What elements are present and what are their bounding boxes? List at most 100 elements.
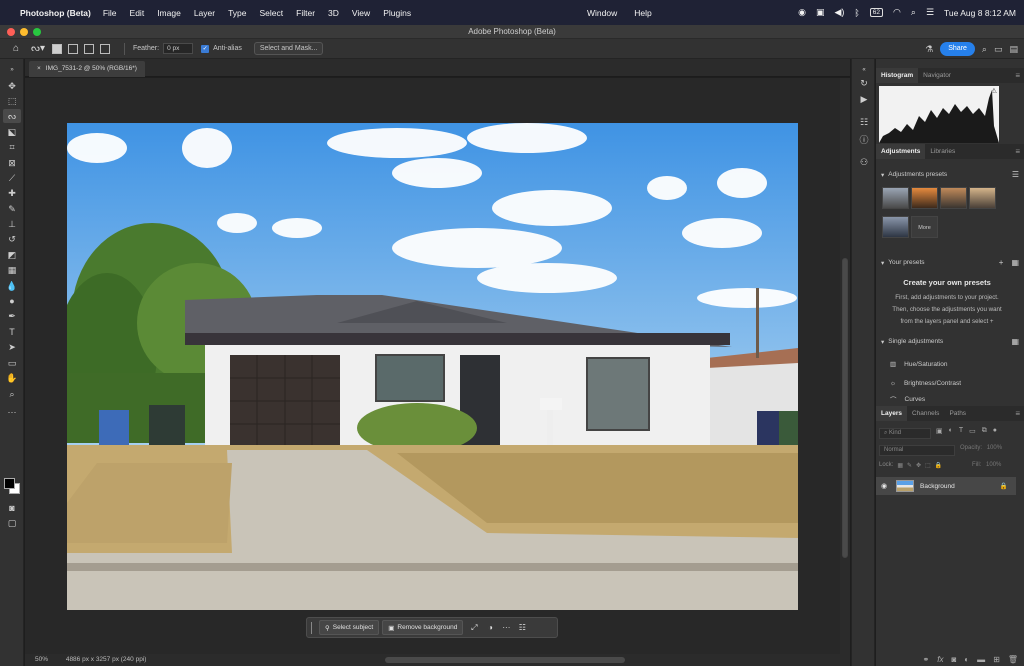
anti-alias-checkbox[interactable]: ✓ <box>201 44 210 53</box>
panel-menu-icon[interactable]: ≡ <box>1015 406 1020 421</box>
lock-all-icon[interactable]: 🔒 <box>935 462 942 469</box>
menu-file[interactable]: File <box>103 8 117 18</box>
crop-tool-icon[interactable]: ⌗ <box>3 140 21 154</box>
tab-paths[interactable]: Paths <box>944 406 971 421</box>
zoom-level[interactable]: 50% <box>35 656 48 663</box>
search-icon[interactable]: ⌕ <box>982 44 987 55</box>
menu-window[interactable]: Window <box>587 8 617 18</box>
control-center-icon[interactable]: ☰ <box>926 7 934 18</box>
transform-icon[interactable]: ⤢ <box>466 623 482 633</box>
lock-brush-icon[interactable]: ✎ <box>907 462 912 469</box>
eyedropper-tool-icon[interactable]: ⟋ <box>3 171 21 185</box>
clock[interactable]: Tue Aug 8 8:12 AM <box>944 8 1016 18</box>
adjustment-brightness-contrast[interactable]: ☼ Brightness/Contrast <box>880 374 1014 392</box>
lock-artboard-icon[interactable]: ⬚ <box>925 462 931 469</box>
adjustment-curves[interactable]: ⌒ Curves <box>880 393 1014 405</box>
add-to-selection-icon[interactable] <box>68 43 78 54</box>
clipboard-icon[interactable]: ▣ <box>816 7 825 18</box>
menu-select[interactable]: Select <box>260 8 284 18</box>
wifi-icon[interactable]: ◠ <box>893 7 901 18</box>
histogram-warning-icon[interactable]: ⚠ <box>991 87 997 95</box>
info-panel-icon[interactable]: ⓘ <box>856 132 872 146</box>
document-dimensions[interactable]: 4886 px x 3257 px (240 ppi) <box>66 656 147 663</box>
close-window-button[interactable] <box>7 28 15 36</box>
layer-name[interactable]: Background <box>920 483 955 490</box>
zoom-tool-icon[interactable]: ⌕ <box>3 387 21 401</box>
app-menu[interactable]: Photoshop (Beta) <box>20 8 91 18</box>
preset-thumb-3[interactable] <box>940 187 967 209</box>
document-tab[interactable]: × IMG_7531-2 @ 50% (RGB/16*) <box>29 61 145 77</box>
adjustment-hue-saturation[interactable]: ▥ Hue/Saturation <box>880 355 1014 373</box>
minimize-window-button[interactable] <box>20 28 28 36</box>
type-tool-icon[interactable]: T <box>3 325 21 339</box>
preset-thumb-4[interactable] <box>969 187 996 209</box>
pen-tool-icon[interactable]: ✒ <box>3 309 21 323</box>
workspace-icon[interactable]: ▭ <box>994 44 1003 55</box>
brush-tool-icon[interactable]: ✎ <box>3 202 21 216</box>
panel-menu-icon[interactable]: ≡ <box>1015 68 1020 83</box>
horizontal-scroll-thumb[interactable] <box>385 657 625 663</box>
menu-layer[interactable]: Layer <box>194 8 215 18</box>
add-mask-icon[interactable]: ◙ <box>951 655 956 664</box>
new-adjustment-layer-icon[interactable]: ◐ <box>964 655 969 664</box>
tab-channels[interactable]: Channels <box>907 406 944 421</box>
select-and-mask-button[interactable]: Select and Mask... <box>253 42 324 55</box>
menu-type[interactable]: Type <box>228 8 246 18</box>
layer-filter-kind[interactable]: ⌕ Kind <box>879 428 931 439</box>
properties-panel-icon[interactable]: ☷ <box>856 115 872 129</box>
bluetooth-icon[interactable]: ᛒ <box>854 8 859 18</box>
edit-toolbar-icon[interactable]: ··· <box>3 405 21 419</box>
lasso-tool-icon[interactable]: ᔓ <box>3 109 21 123</box>
foreground-color-swatch[interactable] <box>4 478 15 489</box>
dodge-tool-icon[interactable]: ● <box>3 294 21 308</box>
visibility-eye-icon[interactable]: ◉ <box>876 482 892 490</box>
grid-view-icon[interactable]: ▦ <box>1011 337 1019 346</box>
new-layer-icon[interactable]: ⊞ <box>993 655 1000 664</box>
adjustment-icon[interactable]: ◑ <box>482 623 498 632</box>
lasso-tool-preset-icon[interactable]: ᔓ▾ <box>30 42 46 56</box>
frame-tool-icon[interactable]: ⊠ <box>3 156 21 170</box>
eraser-tool-icon[interactable]: ◩ <box>3 248 21 262</box>
grid-view-icon[interactable]: ▦ <box>1011 258 1019 267</box>
object-selection-tool-icon[interactable]: ⬕ <box>3 125 21 139</box>
tab-histogram[interactable]: Histogram <box>876 68 919 83</box>
spot-healing-tool-icon[interactable]: ✚ <box>3 186 21 200</box>
layer-row-background[interactable]: ◉ Background 🔒 <box>876 477 1016 495</box>
select-subject-button[interactable]: ⚲ Select subject <box>319 620 380 635</box>
home-icon[interactable]: ⌂ <box>8 42 24 56</box>
spotlight-search-icon[interactable]: ⌕ <box>911 7 916 18</box>
preset-thumb-5[interactable] <box>882 216 909 238</box>
rectangle-tool-icon[interactable]: ▭ <box>3 356 21 370</box>
blur-tool-icon[interactable]: 💧 <box>3 279 21 293</box>
menu-image[interactable]: Image <box>157 8 181 18</box>
gradient-tool-icon[interactable]: ▦ <box>3 263 21 277</box>
menu-view[interactable]: View <box>352 8 370 18</box>
history-panel-icon[interactable]: ↻ <box>856 76 872 90</box>
lock-move-icon[interactable]: ✥ <box>916 462 921 469</box>
remove-background-button[interactable]: ▣ Remove background <box>382 620 464 635</box>
document-image[interactable] <box>67 123 798 610</box>
filter-smart-icon[interactable]: ⧉ <box>982 427 987 435</box>
filter-pixel-icon[interactable]: ▣ <box>936 427 943 435</box>
new-selection-icon[interactable] <box>52 43 62 54</box>
preset-thumb-1[interactable] <box>882 187 909 209</box>
more-presets-button[interactable]: More <box>911 216 938 238</box>
canvas-area[interactable] <box>25 78 850 654</box>
actions-play-icon[interactable]: ▶ <box>856 92 872 106</box>
screen-mode-icon[interactable]: ▢ <box>3 516 21 530</box>
intersect-selection-icon[interactable] <box>100 43 110 54</box>
hand-tool-icon[interactable]: ✋ <box>3 371 21 385</box>
fill-value[interactable]: 100% <box>986 462 1001 468</box>
tab-navigator[interactable]: Navigator <box>918 68 956 83</box>
marquee-tool-icon[interactable]: ⬚ <box>3 94 21 108</box>
add-preset-icon[interactable]: + <box>999 258 1004 267</box>
layer-style-icon[interactable]: fx <box>937 655 943 664</box>
canvas-vertical-scrollbar[interactable] <box>840 78 850 654</box>
delete-layer-icon[interactable]: 🗑 <box>1008 655 1018 664</box>
filter-adjustment-icon[interactable]: ◐ <box>949 427 953 435</box>
panel-menu-icon[interactable]: ≡ <box>1015 144 1020 159</box>
fill-control[interactable]: Fill: 100% <box>972 462 1001 468</box>
blend-mode-select[interactable]: Normal <box>879 445 955 456</box>
close-document-icon[interactable]: × <box>37 65 41 72</box>
history-brush-tool-icon[interactable]: ↺ <box>3 232 21 246</box>
